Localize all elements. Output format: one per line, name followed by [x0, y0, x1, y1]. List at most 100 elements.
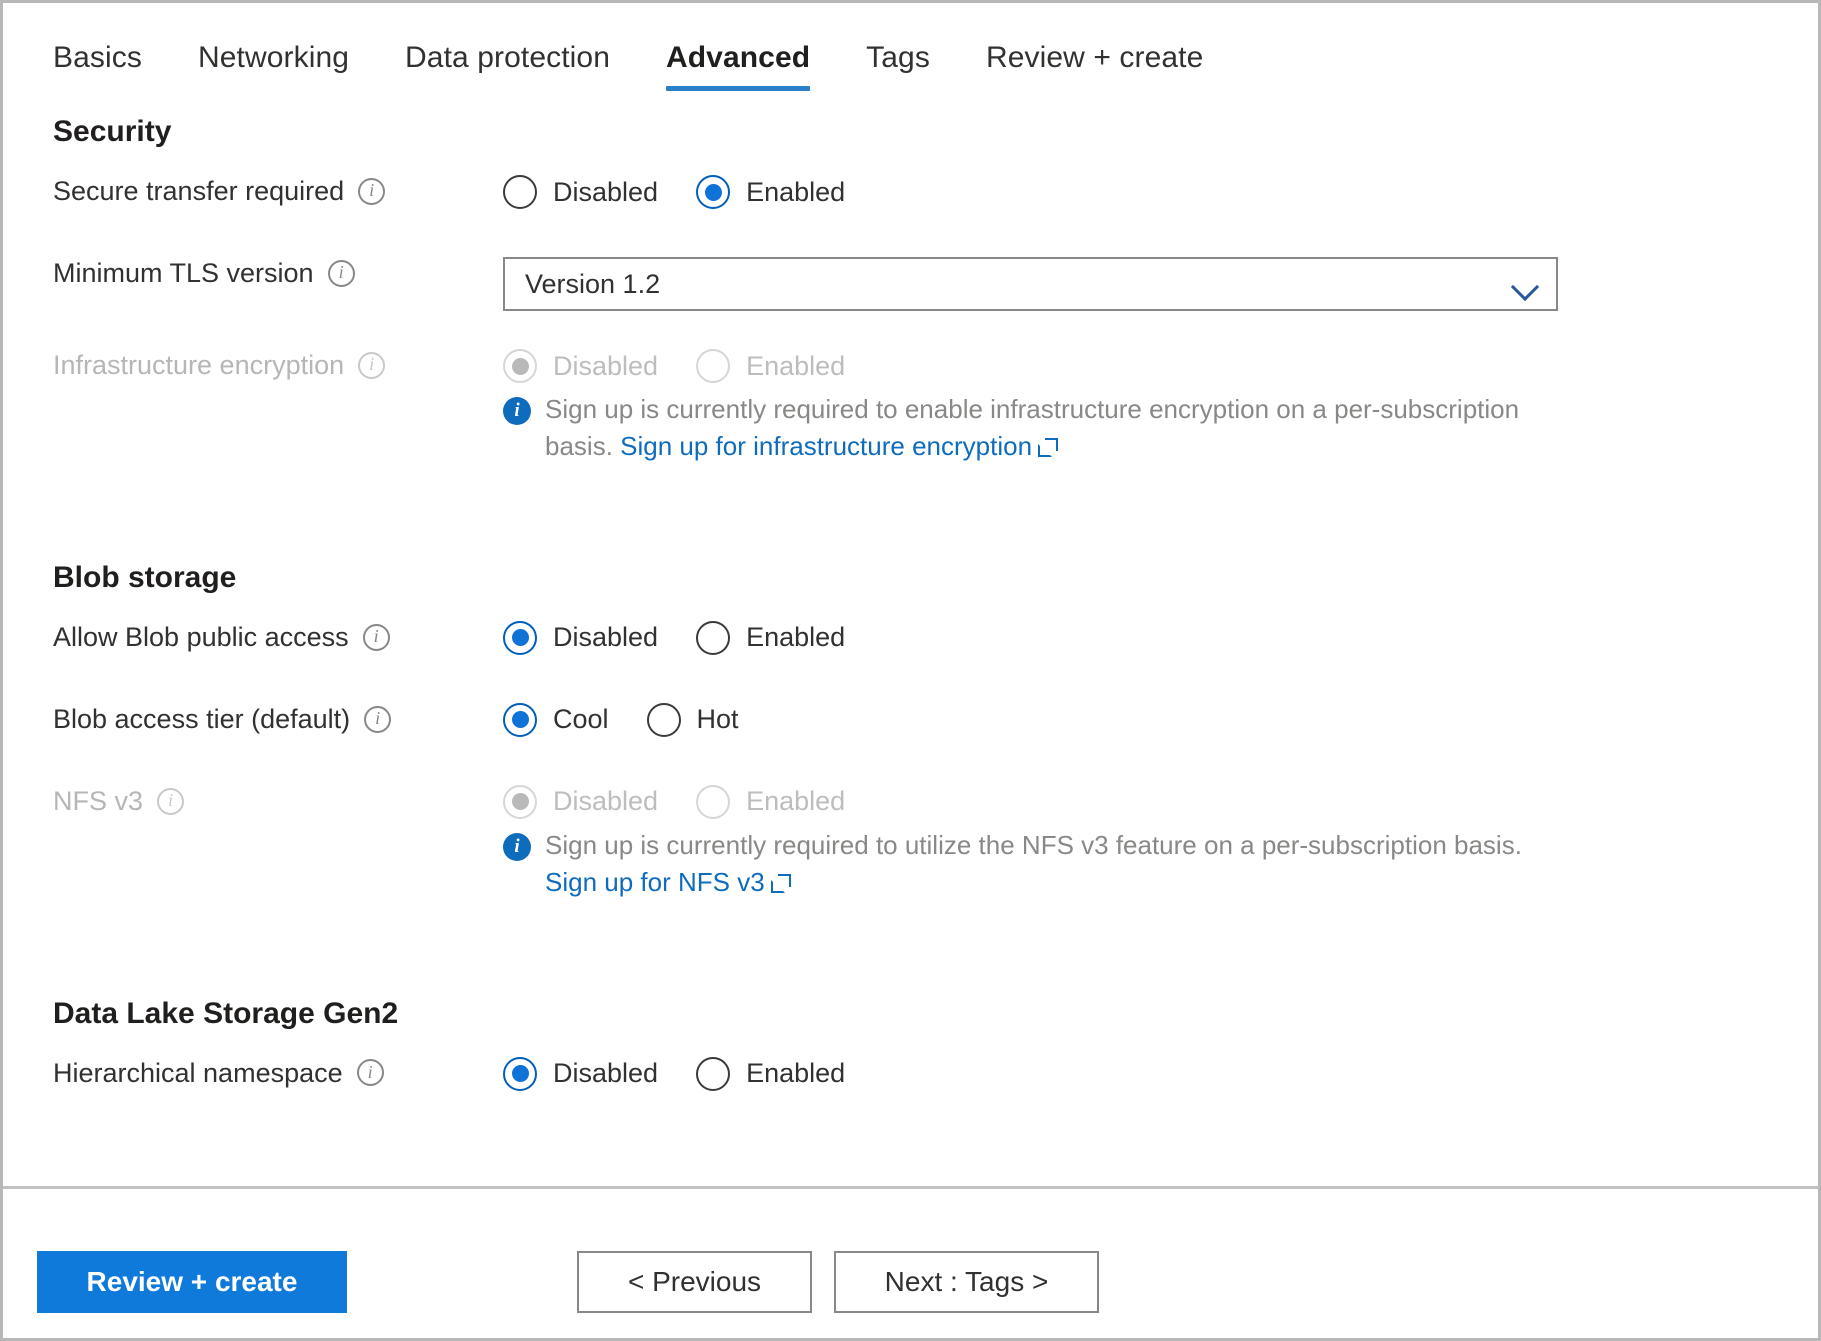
info-message-infrastructure-encryption-wrap: i Sign up is currently required to enabl…	[3, 394, 1818, 505]
label-text: Hierarchical namespace	[53, 1057, 343, 1088]
radio-group-nfs-v3: Disabled Enabled	[503, 784, 846, 819]
info-icon[interactable]: i	[364, 705, 392, 733]
radio-label: Disabled	[553, 786, 659, 817]
create-storage-account-wizard: Basics Networking Data protection Advanc…	[0, 0, 1821, 1341]
radio-label: Enabled	[746, 1058, 846, 1089]
layout-spacer	[3, 405, 483, 505]
radio-mark	[696, 175, 731, 209]
wizard-footer: Review + create < Previous Next : Tags >	[3, 1186, 1818, 1338]
field-allow-blob-public-access: Allow Blob public access i Disabled Enab…	[3, 620, 1818, 665]
section-heading-data-lake-storage-gen2: Data Lake Storage Gen2	[53, 996, 399, 1030]
radio-blob-access-tier-cool[interactable]: Cool	[503, 702, 609, 737]
wizard-tab-bar: Basics Networking Data protection Advanc…	[3, 3, 1818, 97]
label-text: Infrastructure encryption	[53, 350, 345, 380]
control-minimum-tls-version: Version 1.2	[483, 257, 1818, 311]
radio-mark	[503, 175, 537, 209]
field-blob-access-tier: Blob access tier (default) i Cool Hot	[3, 702, 1818, 747]
field-minimum-tls-version: Minimum TLS version i Version 1.2	[3, 257, 1818, 311]
radio-label: Hot	[696, 704, 739, 735]
label-text: Allow Blob public access	[53, 621, 349, 652]
radio-hierarchical-namespace-enabled[interactable]: Enabled	[696, 1056, 846, 1091]
label-minimum-tls-version: Minimum TLS version i	[3, 257, 483, 289]
section-heading-blob-storage: Blob storage	[53, 560, 237, 594]
radio-label: Enabled	[746, 350, 846, 381]
info-icon[interactable]: i	[358, 177, 386, 205]
radio-blob-public-access-disabled[interactable]: Disabled	[503, 620, 659, 655]
label-infrastructure-encryption: Infrastructure encryption i	[3, 349, 483, 381]
external-link-icon	[1038, 437, 1058, 457]
info-message-body: Sign up is currently required to utilize…	[545, 829, 1522, 860]
info-message-text: Sign up is currently required to enable …	[545, 391, 1573, 465]
link-sign-up-infrastructure-encryption[interactable]: Sign up for infrastructure encryption	[620, 431, 1032, 461]
radio-label: Enabled	[746, 622, 846, 653]
control-blob-access-tier: Cool Hot	[483, 702, 1818, 737]
minimum-tls-version-dropdown[interactable]: Version 1.2	[503, 257, 1558, 311]
label-allow-blob-public-access: Allow Blob public access i	[3, 621, 483, 653]
control-nfs-v3: Disabled Enabled	[483, 784, 1818, 819]
field-secure-transfer-required: Secure transfer required i Disabled Enab…	[3, 175, 1818, 219]
radio-mark	[503, 1056, 537, 1091]
radio-mark	[696, 784, 731, 819]
radio-mark	[503, 784, 537, 819]
info-icon[interactable]: i	[356, 1059, 384, 1087]
radio-mark	[696, 620, 731, 655]
field-nfs-v3: NFS v3 i Disabled Enabled	[3, 784, 1818, 829]
radio-mark	[696, 349, 731, 383]
radio-hierarchical-namespace-disabled[interactable]: Disabled	[503, 1056, 659, 1091]
radio-group-blob-access-tier: Cool Hot	[503, 702, 739, 737]
radio-mark	[503, 620, 537, 655]
info-icon[interactable]: i	[327, 259, 355, 287]
radio-label: Cool	[553, 704, 609, 735]
radio-label: Disabled	[553, 1058, 659, 1089]
label-text: Minimum TLS version	[53, 258, 314, 288]
radio-mark	[696, 1056, 731, 1091]
info-circle-icon: i	[503, 832, 531, 861]
tab-advanced[interactable]: Advanced	[638, 41, 838, 97]
radio-blob-access-tier-hot[interactable]: Hot	[646, 702, 739, 737]
radio-group-hierarchical-namespace: Disabled Enabled	[503, 1056, 846, 1091]
info-message-infrastructure-encryption: i Sign up is currently required to enabl…	[483, 391, 1573, 465]
radio-label: Enabled	[746, 786, 846, 817]
info-icon[interactable]: i	[362, 623, 390, 651]
info-icon[interactable]: i	[358, 351, 386, 379]
radio-label: Disabled	[553, 350, 659, 381]
control-hierarchical-namespace: Disabled Enabled	[483, 1056, 1818, 1091]
field-hierarchical-namespace: Hierarchical namespace i Disabled Enable…	[3, 1056, 1818, 1101]
label-text: Blob access tier (default)	[53, 703, 351, 734]
radio-label: Disabled	[553, 622, 659, 653]
radio-group-secure-transfer: Disabled Enabled	[503, 175, 845, 209]
info-circle-icon: i	[503, 397, 531, 425]
previous-button[interactable]: < Previous	[577, 1250, 812, 1313]
tab-review-create[interactable]: Review + create	[958, 41, 1231, 97]
radio-mark	[646, 702, 681, 737]
radio-infrastructure-encryption-disabled: Disabled	[503, 349, 658, 383]
advanced-settings-form: Security Secure transfer required i Disa…	[3, 97, 1818, 1186]
dropdown-selected-value: Version 1.2	[525, 268, 661, 299]
info-message-nfs-v3-wrap: i Sign up is currently required to utili…	[3, 830, 1818, 941]
tab-basics[interactable]: Basics	[53, 41, 170, 97]
info-message-text: Sign up is currently required to utilize…	[545, 827, 1573, 901]
external-link-icon	[770, 873, 791, 893]
tab-data-protection[interactable]: Data protection	[377, 41, 638, 97]
layout-spacer	[3, 841, 483, 941]
radio-nfs-v3-disabled: Disabled	[503, 784, 659, 819]
radio-secure-transfer-disabled[interactable]: Disabled	[503, 175, 658, 209]
review-create-button[interactable]: Review + create	[37, 1250, 347, 1313]
control-infrastructure-encryption: Disabled Enabled	[483, 349, 1818, 383]
label-blob-access-tier: Blob access tier (default) i	[3, 703, 483, 735]
radio-label: Disabled	[553, 176, 659, 207]
tab-networking[interactable]: Networking	[170, 41, 377, 97]
label-secure-transfer-required: Secure transfer required i	[3, 175, 483, 207]
radio-mark	[503, 702, 537, 737]
info-icon[interactable]: i	[157, 787, 185, 815]
label-nfs-v3: NFS v3 i	[3, 785, 483, 817]
chevron-down-icon	[1512, 277, 1538, 291]
link-sign-up-nfs-v3[interactable]: Sign up for NFS v3	[545, 867, 765, 897]
radio-infrastructure-encryption-enabled: Enabled	[696, 349, 845, 383]
tab-tags[interactable]: Tags	[838, 41, 958, 97]
control-secure-transfer-required: Disabled Enabled	[483, 175, 1818, 209]
radio-blob-public-access-enabled[interactable]: Enabled	[696, 620, 846, 655]
next-tags-button[interactable]: Next : Tags >	[834, 1250, 1099, 1313]
radio-nfs-v3-enabled: Enabled	[696, 784, 846, 819]
radio-secure-transfer-enabled[interactable]: Enabled	[696, 175, 845, 209]
